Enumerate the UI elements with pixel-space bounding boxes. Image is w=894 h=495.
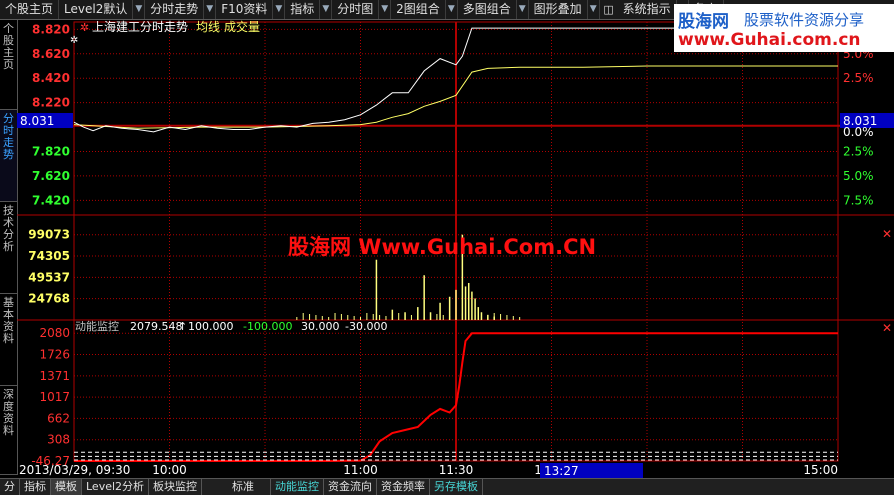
- indicator-tick-label: 2080: [39, 326, 70, 340]
- status-tab-indicator[interactable]: 指标: [20, 479, 51, 495]
- indicator-value: 2079.548: [130, 320, 183, 333]
- watermark-logo: 股海网 股票软件资源分享 www.Guhai.com.cn: [674, 4, 894, 52]
- price-tick-label: 8.620: [32, 47, 70, 61]
- center-watermark: 股海网 Www.Guhai.Com.CN: [288, 235, 596, 259]
- indicator-level-4: -30.000: [345, 320, 387, 333]
- current-pct-label: 0.0%: [843, 125, 874, 139]
- status-tab-sector-monitor[interactable]: 板块监控: [149, 479, 203, 495]
- status-tab-standard[interactable]: 标准: [216, 479, 272, 495]
- volume-label: 成交量: [224, 19, 260, 34]
- current-price-left: 8.031: [20, 114, 54, 128]
- indicator-up-arrow: ↑: [178, 320, 187, 333]
- price-tick-label: 8.220: [32, 96, 70, 110]
- intraday-chart[interactable]: ✲ 上海建工分时走势 均线 成交量 ✲ 8.820 8.620 8.420 8.220…: [0, 0, 894, 478]
- indicator-tick-label: 662: [47, 411, 70, 425]
- close-volume-panel-icon[interactable]: ✕: [882, 227, 892, 241]
- status-tab-level2-analysis[interactable]: Level2分析: [82, 479, 150, 495]
- indicator-tick-label: 308: [47, 433, 70, 447]
- price-tick-label: 7.820: [32, 144, 70, 158]
- avg-line-label: 均线: [196, 20, 220, 34]
- close-indicator-panel-icon[interactable]: ✕: [882, 321, 892, 335]
- price-tick-label: 7.620: [32, 169, 70, 183]
- time-axis-labels: 10:0011:0011:3013:0015:00: [152, 463, 838, 477]
- chart-title: 上海建工分时走势: [92, 19, 188, 34]
- status-tab-save-template[interactable]: 另存模板: [430, 479, 484, 495]
- indicator-level-3: 30.000: [301, 320, 340, 333]
- chart-settings-icon[interactable]: ✲: [70, 35, 78, 46]
- indicator-axis-labels: 2080172613711017662308-46.27: [31, 326, 70, 468]
- pct-tick-label: 2.5%: [843, 71, 874, 85]
- status-tab-capital-flow[interactable]: 资金流向: [324, 479, 378, 495]
- price-tick-label: 8.820: [32, 22, 70, 36]
- indicator-tick-label: 1726: [39, 347, 70, 361]
- time-tick-label: 11:30: [439, 463, 474, 477]
- volume-tick-label: 49537: [28, 270, 70, 284]
- pct-tick-label: 2.5%: [843, 144, 874, 158]
- status-tab-momentum-monitor[interactable]: 动能监控: [271, 479, 325, 495]
- time-tick-label: 10:00: [152, 463, 187, 477]
- time-tick-label: 15:00: [803, 463, 838, 477]
- indicator-name: 动能监控: [75, 319, 119, 333]
- status-tab-template[interactable]: 模板: [51, 479, 82, 495]
- cursor-time: 13:27: [544, 464, 579, 478]
- pct-tick-label: 5.0%: [843, 169, 874, 183]
- time-tick-label: 11:00: [343, 463, 378, 477]
- indicator-tick-label: 1371: [39, 369, 70, 383]
- status-tab-min[interactable]: 分: [0, 479, 20, 495]
- price-tick-label: 7.420: [32, 193, 70, 207]
- volume-tick-label: 99073: [28, 228, 70, 242]
- watermark-slogan: 股票软件资源分享: [744, 11, 865, 29]
- bottom-statusbar: 分 指标 模板 Level2分析 板块监控 标准 动能监控 资金流向 资金频率 …: [0, 478, 894, 495]
- pct-tick-label: 7.5%: [843, 193, 874, 207]
- watermark-url: www.Guhai.com.cn: [678, 30, 861, 50]
- indicator-level-2: -100.000: [243, 320, 292, 333]
- indicator-tick-label: 1017: [39, 390, 70, 404]
- status-tab-capital-frequency[interactable]: 资金频率: [377, 479, 431, 495]
- indicator-level-1: 100.000: [188, 320, 234, 333]
- date-label: 2013/03/29, 09:30: [19, 463, 130, 477]
- volume-tick-label: 74305: [28, 249, 70, 263]
- watermark-logo-text: 股海网: [678, 12, 729, 32]
- price-tick-label: 8.420: [32, 71, 70, 85]
- volume-tick-label: 24768: [28, 292, 70, 306]
- settings-gear-icon[interactable]: ✲: [80, 21, 89, 34]
- volume-axis-labels: 99073 74305 49537 24768: [28, 228, 70, 306]
- status-spacer: [202, 479, 216, 495]
